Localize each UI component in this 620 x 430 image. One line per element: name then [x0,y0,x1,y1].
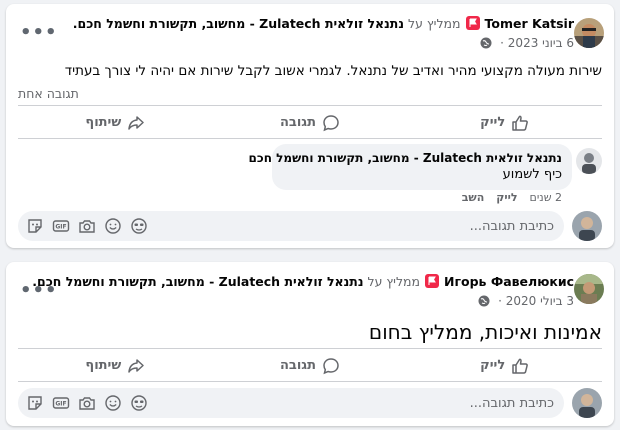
share-label: שיתוף [85,115,122,130]
share-button[interactable]: שיתוף [18,107,213,138]
composer-icons: GIF [26,394,148,412]
comment-age[interactable]: 2 שנים [530,191,562,204]
post-meta: 3 ביולי 2020 · [478,293,574,309]
comment-bubble-icon [322,114,340,132]
comment-input[interactable] [148,388,554,418]
svg-text:GIF: GIF [55,401,66,408]
comment-actions: 2 שנים לייק השב [450,191,562,204]
comment-composer: GIF [18,211,602,241]
globe-icon [480,37,492,49]
comment-label: תגובה [279,115,316,130]
post-actions: לייק תגובה שיתוף [18,349,602,381]
current-user-avatar[interactable] [572,211,602,241]
author-avatar[interactable] [574,274,604,304]
recommend-flag-icon [425,274,440,288]
post-header: Tomer Katsir ממליץ על נתנאל זולאית Zulate… [73,15,574,33]
sticker-icon[interactable] [26,394,44,412]
like-label: לייק [480,358,506,373]
share-arrow-icon [127,114,145,132]
comment-button[interactable]: תגובה [213,107,408,138]
commenter-avatar[interactable] [576,148,602,174]
author-avatar[interactable] [574,18,604,48]
composer-icons: GIF [26,217,148,235]
gif-icon[interactable]: GIF [52,217,70,235]
review-post: Tomer Katsir ממליץ על נתנאל זולאית Zulate… [6,4,614,248]
author-name[interactable]: Tomer Katsir [485,16,574,31]
recommend-flag-icon [465,16,480,30]
current-user-avatar[interactable] [572,388,602,418]
post-actions: לייק תגובה שיתוף [18,106,602,138]
gif-icon[interactable]: GIF [52,394,70,412]
comment-like-button[interactable]: לייק [496,191,517,204]
comment-reply-button[interactable]: השב [462,191,485,204]
comment-button[interactable]: תגובה [213,350,408,381]
recommends-label: ממליץ על [367,274,421,289]
share-arrow-icon [127,357,145,375]
comment-label: תגובה [279,358,316,373]
like-button[interactable]: לייק [407,107,602,138]
globe-icon [478,295,490,307]
comment-input-box: GIF [18,388,564,418]
post-meta: 6 ביוני 2023 · [480,35,574,51]
comment-bubble: נתנאל זולאית Zulatech - מחשוב, תקשורת וח… [249,144,572,190]
camera-icon[interactable] [78,394,96,412]
thumbs-up-icon [511,114,529,132]
comment-bubble-icon [322,357,340,375]
divider [18,381,602,382]
divider [18,138,602,139]
post-header: Игорь Фавелюкис ממליץ על נתנאל זולאית Zul… [32,273,574,291]
page-name-link[interactable]: נתנאל זולאית Zulatech - מחשוב, תקשורת וח… [32,274,363,289]
more-options-icon[interactable]: ••• [20,280,57,304]
review-post: Игорь Фавелюкис ממליץ על נתנאל זולאית Zul… [6,262,614,426]
post-date[interactable]: 6 ביוני 2023 [508,36,574,50]
emoji-icon[interactable] [104,394,122,412]
post-date[interactable]: 3 ביולי 2020 [506,294,574,308]
avatar-sticker-icon[interactable] [130,217,148,235]
author-name[interactable]: Игорь Фавелюкис [444,274,574,289]
review-text: שירות מעולה מקצועי מהיר ואדיב של נתנאל. … [64,63,602,79]
share-label: שיתוף [85,358,122,373]
share-button[interactable]: שיתוף [18,350,213,381]
comment-input[interactable] [148,211,554,241]
emoji-icon[interactable] [104,217,122,235]
svg-text:GIF: GIF [55,224,66,231]
like-label: לייק [480,115,506,130]
page-name-link[interactable]: נתנאל זולאית Zulatech - מחשוב, תקשורת וח… [73,16,404,31]
thumbs-up-icon [511,357,529,375]
sticker-icon[interactable] [26,217,44,235]
comment-author[interactable]: נתנאל זולאית Zulatech - מחשוב, תקשורת וח… [249,150,562,166]
comment-input-box: GIF [18,211,564,241]
more-options-icon[interactable]: ••• [20,22,57,46]
like-button[interactable]: לייק [407,350,602,381]
avatar-sticker-icon[interactable] [130,394,148,412]
review-text: אמינות ואיכות, ממליץ בחום [368,320,602,344]
recommends-label: ממליץ על [408,16,461,31]
comment-composer: GIF [18,388,602,418]
comments-count-link[interactable]: תגובה אחת [18,86,79,101]
comment-text: כיף לשמוע [502,167,562,182]
camera-icon[interactable] [78,217,96,235]
